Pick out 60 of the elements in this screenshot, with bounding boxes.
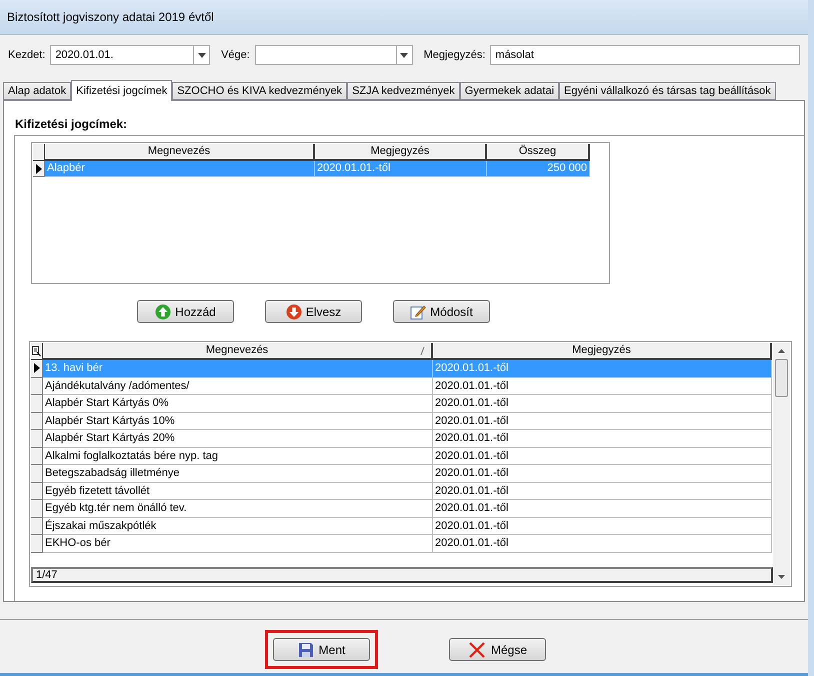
column-header[interactable]: Megjegyzés [315,144,487,161]
record-counter: 1/47 [31,567,773,583]
table-cell[interactable]: 2020.01.01.-től [433,430,772,448]
sort-indicator-icon [420,347,425,355]
table-cell[interactable]: 2020.01.01.-től [433,395,772,412]
table-cell[interactable]: Éjszakai műszakpótlék [43,518,433,535]
row-pointer-icon [34,363,40,374]
date-combo-field[interactable]: 2020.01.01. [50,45,210,65]
dropdown-arrow-icon[interactable] [400,52,408,58]
row-header[interactable] [31,360,43,378]
table-cell[interactable]: 2020.01.01.-től [433,535,772,552]
tab[interactable]: Kifizetési jogcímek [71,80,172,101]
table-cell[interactable]: Egyéb ktg.tér nem önálló tev. [43,500,433,518]
scroll-thumb[interactable] [775,359,788,397]
date-combo-field[interactable] [254,45,413,65]
table-cell[interactable]: Egyéb fizetett távollét [43,482,433,500]
table-cell[interactable]: 2020.01.01.-től [433,378,772,395]
row-pointer-icon [36,164,42,174]
edit-button[interactable]: Módosít [393,300,490,323]
tab[interactable]: SZOCHO és KIVA kedvezmények [172,82,348,100]
header-corner [33,144,45,161]
table-cell[interactable]: 2020.01.01.-től [433,518,772,535]
remove-button[interactable]: Elvesz [265,300,362,323]
table-cell[interactable]: 2020.01.01.-től [433,465,772,482]
tab[interactable]: Egyéni vállalkozó és társas tag beállítások [559,82,776,100]
table-cell[interactable]: Betegszabadság illetménye [43,465,433,482]
table-cell[interactable]: Alkalmi foglalkoztatás bére nyp. tag [43,448,433,465]
tab[interactable]: SZJA kedvezmények [347,82,460,100]
field-label: Kezdet: [8,48,46,63]
table-cell[interactable]: Ajándékutalvány /adómentes/ [43,378,433,395]
table-cell[interactable]: 2020.01.01.-től [433,448,772,465]
column-header[interactable]: Megjegyzés [433,343,772,360]
scrollbar[interactable] [773,343,790,585]
tab[interactable]: Alap adatok [3,82,72,100]
table-cell[interactable]: 2020.01.01.-től [433,412,772,430]
section-title: Kifizetési jogcímek: [15,116,128,133]
cancel-button[interactable]: Mégse [449,638,546,661]
note-field[interactable]: másolat [490,45,800,65]
table-cell[interactable]: 2020.01.01.-től [433,482,772,500]
table-cell[interactable]: Alapbér Start Kártyás 10% [43,412,433,430]
column-header[interactable]: Összeg [487,144,590,161]
table-cell[interactable]: Alapbér Start Kártyás 0% [43,395,433,412]
grid-options-icon[interactable] [32,346,41,356]
dropdown-arrow-icon[interactable] [198,52,206,58]
scroll-up-icon[interactable] [778,349,785,353]
add-button[interactable]: Hozzád [137,300,234,323]
field-label: Vége: [221,48,250,63]
scroll-down-icon[interactable] [778,575,785,579]
tab[interactable]: Gyermekek adatai [460,82,560,100]
save-button[interactable]: Ment [273,638,370,661]
row-header[interactable] [33,161,45,177]
table-cell[interactable]: 2020.01.01.-től [433,500,772,518]
column-header[interactable]: Megnevezés [45,144,315,161]
table-cell[interactable]: Alapbér Start Kártyás 20% [43,430,433,448]
window-title: Biztosított jogviszony adatai 2019 évtől [7,9,214,26]
close-icon [468,642,486,658]
field-label: Megjegyzés: [424,48,486,63]
pencil-icon [410,304,426,320]
table-cell[interactable]: EKHO-os bér [43,535,433,552]
column-header[interactable]: Megnevezés [43,343,433,360]
